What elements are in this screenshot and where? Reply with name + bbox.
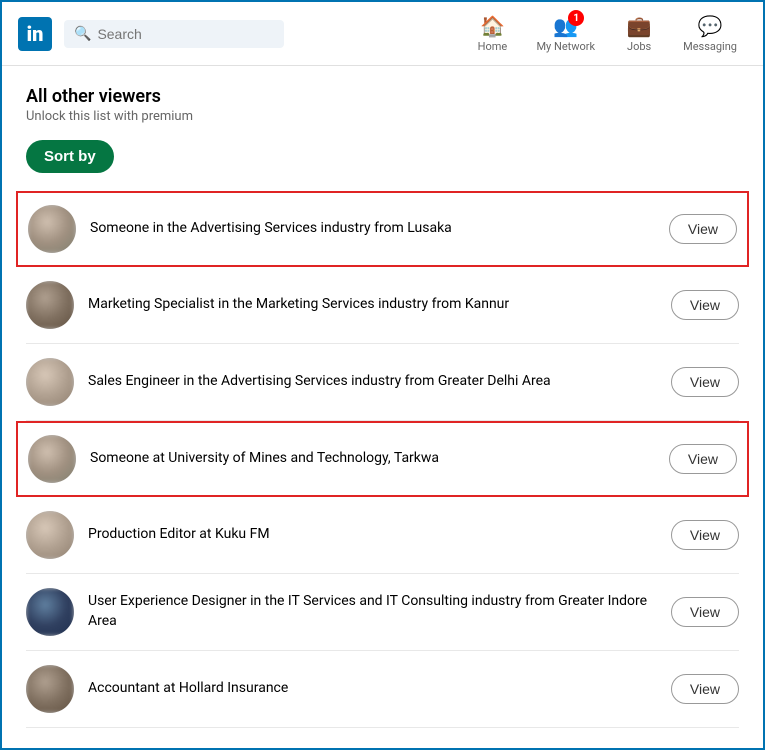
view-button[interactable]: View xyxy=(671,367,739,397)
view-button[interactable]: View xyxy=(671,520,739,550)
avatar xyxy=(26,665,74,713)
nav-item-home-label: Home xyxy=(478,40,508,53)
view-button[interactable]: View xyxy=(671,290,739,320)
section-subtitle: Unlock this list with premium xyxy=(26,109,739,124)
viewer-info: Production Editor at Kuku FM xyxy=(88,525,657,545)
search-input[interactable] xyxy=(97,26,257,42)
viewer-info: Accountant at Hollard Insurance xyxy=(88,679,657,699)
viewer-item: Accountant at Hollard Insurance View xyxy=(26,651,739,728)
view-button[interactable]: View xyxy=(669,444,737,474)
avatar xyxy=(26,358,74,406)
viewer-item: User Experience Designer in the IT Servi… xyxy=(26,574,739,651)
nav-item-my-network[interactable]: 👥 1 My Network xyxy=(526,10,605,57)
viewer-list: Someone in the Advertising Services indu… xyxy=(26,191,739,728)
my-network-icon: 👥 1 xyxy=(553,14,578,38)
view-button[interactable]: View xyxy=(671,597,739,627)
nav-item-jobs-label: Jobs xyxy=(627,40,651,53)
viewer-info: User Experience Designer in the IT Servi… xyxy=(88,592,657,631)
viewer-info: Marketing Specialist in the Marketing Se… xyxy=(88,295,657,315)
nav-item-messaging[interactable]: 💬 Messaging xyxy=(673,10,747,57)
nav-item-home[interactable]: 🏠 Home xyxy=(462,10,522,57)
viewer-item: Someone at University of Mines and Techn… xyxy=(16,421,749,497)
nav-items: 🏠 Home 👥 1 My Network 💼 Jobs 💬 Messaging xyxy=(462,10,747,57)
avatar xyxy=(26,588,74,636)
viewer-item: Someone in the Advertising Services indu… xyxy=(16,191,749,267)
view-button[interactable]: View xyxy=(671,674,739,704)
view-button[interactable]: View xyxy=(669,214,737,244)
viewer-info: Sales Engineer in the Advertising Servic… xyxy=(88,372,657,392)
avatar xyxy=(26,281,74,329)
main-content: All other viewers Unlock this list with … xyxy=(2,66,763,748)
search-icon: 🔍 xyxy=(74,26,91,42)
my-network-badge: 1 xyxy=(568,10,584,26)
sort-by-button[interactable]: Sort by xyxy=(26,140,114,173)
messaging-icon: 💬 xyxy=(698,14,723,38)
app-wrapper: in 🔍 🏠 Home 👥 1 My Network 💼 Jobs xyxy=(0,0,765,750)
avatar xyxy=(26,511,74,559)
nav-item-messaging-label: Messaging xyxy=(683,40,737,53)
home-icon: 🏠 xyxy=(480,14,505,38)
section-title: All other viewers xyxy=(26,86,739,107)
search-bar[interactable]: 🔍 xyxy=(64,20,284,48)
viewer-info: Someone at University of Mines and Techn… xyxy=(90,449,655,469)
nav-item-jobs[interactable]: 💼 Jobs xyxy=(609,10,669,57)
nav-item-my-network-label: My Network xyxy=(536,40,595,53)
avatar xyxy=(28,205,76,253)
linkedin-logo[interactable]: in xyxy=(18,17,52,51)
viewer-item: Production Editor at Kuku FM View xyxy=(26,497,739,574)
topnav: in 🔍 🏠 Home 👥 1 My Network 💼 Jobs xyxy=(2,2,763,66)
viewer-item: Marketing Specialist in the Marketing Se… xyxy=(26,267,739,344)
avatar xyxy=(28,435,76,483)
viewer-info: Someone in the Advertising Services indu… xyxy=(90,219,655,239)
viewer-item: Sales Engineer in the Advertising Servic… xyxy=(26,344,739,421)
jobs-icon: 💼 xyxy=(627,14,652,38)
